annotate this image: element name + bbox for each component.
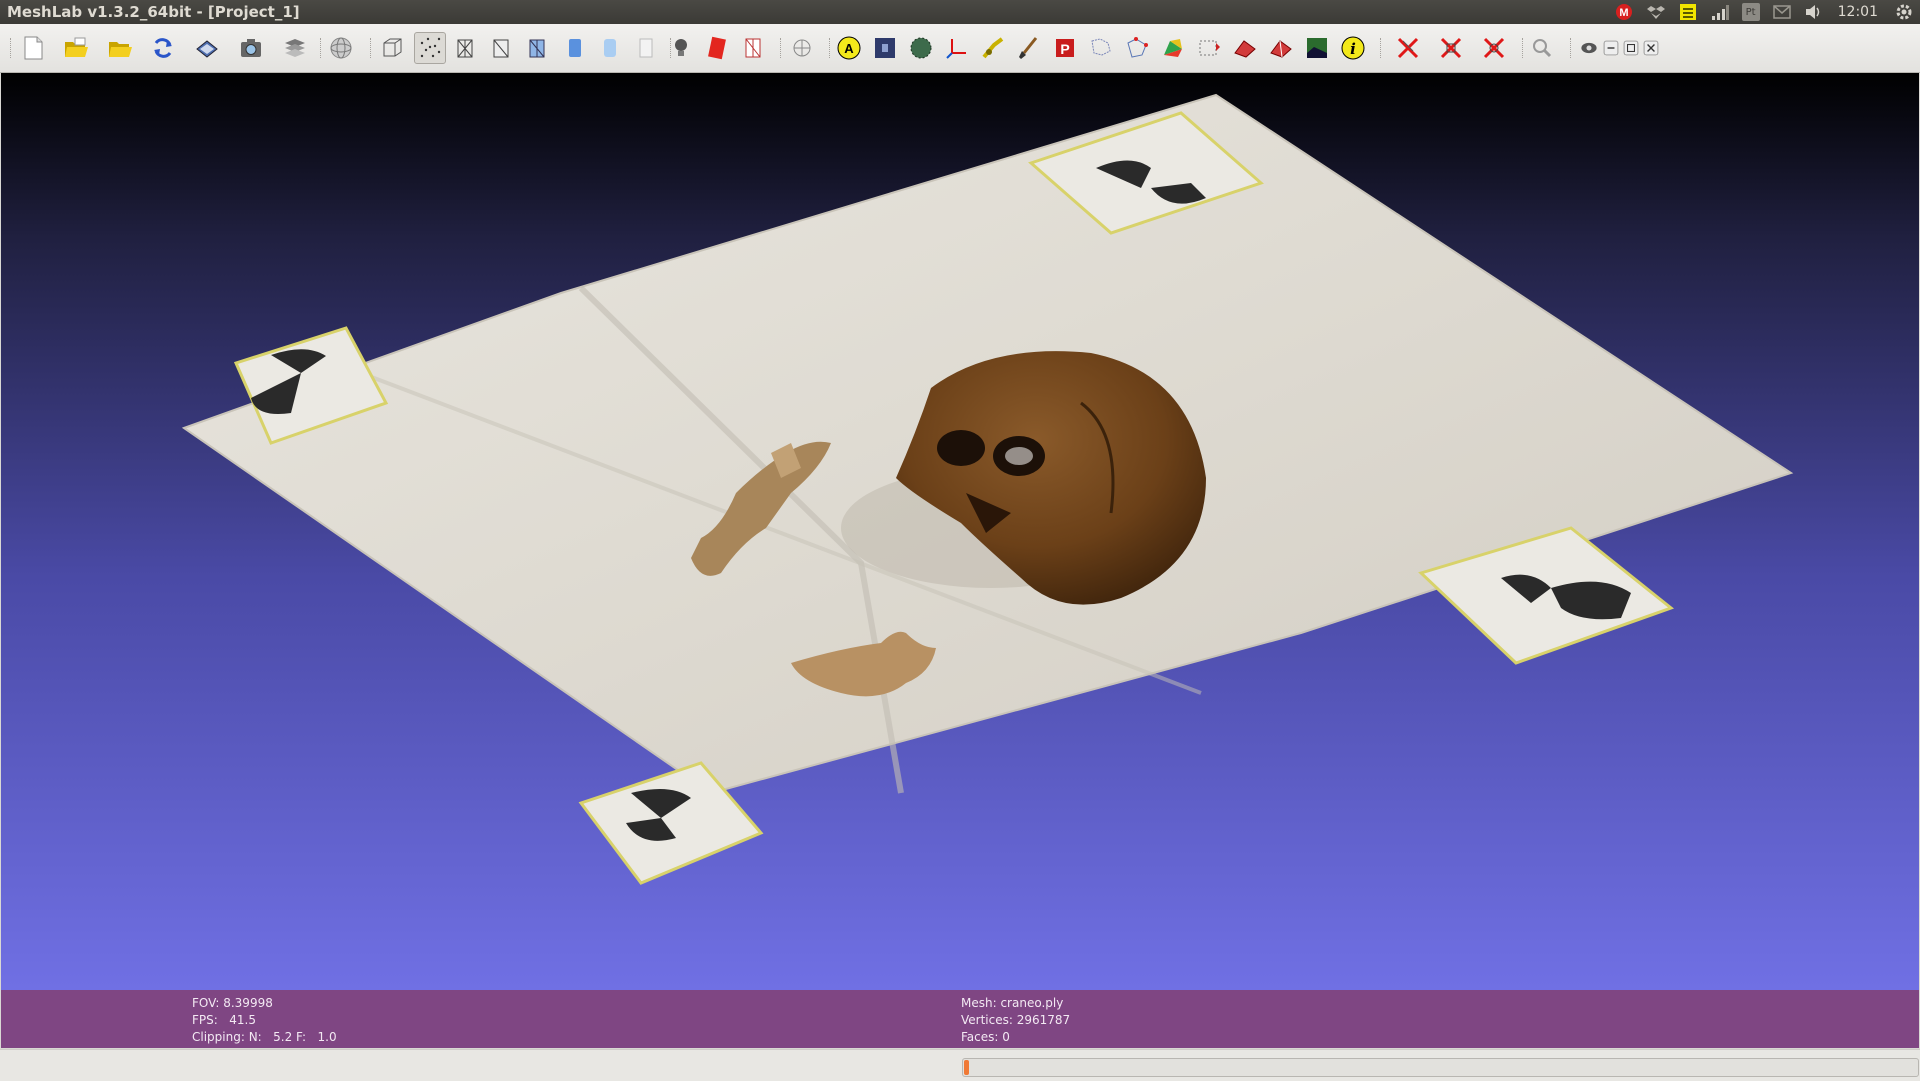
info-icon[interactable]: i (1338, 33, 1368, 63)
reload-icon[interactable] (148, 33, 178, 63)
close-icon[interactable] (1642, 33, 1660, 63)
flat-icon[interactable] (560, 33, 590, 63)
minimize-icon[interactable] (1602, 33, 1620, 63)
signal-icon[interactable] (1710, 2, 1730, 22)
smooth-icon[interactable] (595, 33, 625, 63)
trackball-icon[interactable] (326, 33, 356, 63)
annotation-icon[interactable]: A (834, 33, 864, 63)
clock[interactable]: 12:01 (1838, 4, 1878, 20)
raster-icon[interactable] (1302, 33, 1332, 63)
svg-text:i: i (1350, 40, 1356, 58)
face-count: Faces: 0 (961, 1030, 1010, 1044)
close-x3-icon[interactable] (1479, 33, 1509, 63)
3d-viewport[interactable] (1, 73, 1919, 990)
progress-fill (964, 1060, 969, 1075)
toolbar-separator (1570, 38, 1573, 58)
fov-readout: FOV: 8.39998 (192, 996, 273, 1010)
toolbar-separator (320, 38, 323, 58)
toolbar-grip (10, 38, 13, 58)
mesh-render[interactable] (1, 73, 1919, 990)
notes-icon[interactable] (1678, 2, 1698, 22)
status-bar (0, 1049, 1920, 1081)
pickpoints-icon[interactable]: P (1050, 33, 1080, 63)
eye-icon[interactable] (1578, 33, 1600, 63)
window-title: MeshLab v1.3.2_64bit - [Project_1] (7, 3, 300, 21)
axis-icon[interactable] (942, 33, 972, 63)
svg-text:P: P (1060, 41, 1069, 57)
measure-icon[interactable] (978, 33, 1008, 63)
orbit-icon[interactable] (787, 33, 817, 63)
select-faces-icon[interactable] (1158, 33, 1188, 63)
progress-bar (962, 1058, 1919, 1077)
close-x-icon[interactable] (1393, 33, 1423, 63)
sphere-texture-icon[interactable] (906, 33, 936, 63)
delete-vertices-icon[interactable] (1266, 33, 1296, 63)
bbox-grid-icon[interactable] (738, 33, 768, 63)
volume-icon[interactable] (1804, 2, 1824, 22)
texture-icon[interactable] (631, 33, 661, 63)
top-panel: MeshLab v1.3.2_64bit - [Project_1] M Pt … (0, 0, 1920, 24)
open-project-icon[interactable] (61, 33, 91, 63)
new-file-icon[interactable] (18, 33, 48, 63)
delete-faces-icon[interactable] (1230, 33, 1260, 63)
keyboard-layout-label: Pt (1745, 6, 1756, 18)
system-tray: M Pt 12:01 (1608, 0, 1920, 24)
svg-text:M: M (1619, 7, 1628, 19)
toolbar-separator (1522, 38, 1525, 58)
toolbar-separator (370, 38, 373, 58)
svg-text:A: A (844, 41, 854, 56)
fps-readout: FPS: 41.5 (192, 1013, 256, 1027)
double-light-icon[interactable] (702, 33, 732, 63)
layers-icon[interactable] (280, 33, 310, 63)
mail-icon[interactable]: M (1614, 2, 1634, 22)
light-icon[interactable] (666, 33, 696, 63)
restore-icon[interactable] (1622, 33, 1640, 63)
settings-icon[interactable] (1894, 2, 1914, 22)
toolbar-separator (1380, 38, 1383, 58)
vertex-count: Vertices: 2961787 (961, 1013, 1071, 1027)
info-overlay: FOV: 8.39998 FPS: 41.5 Clipping: N: 5.2 … (1, 990, 1919, 1048)
move-selection-icon[interactable] (1194, 33, 1224, 63)
align-icon[interactable] (1086, 33, 1116, 63)
close-x2-icon[interactable] (1436, 33, 1466, 63)
paint-icon[interactable] (1014, 33, 1044, 63)
flat-lines-icon[interactable] (522, 33, 552, 63)
keyboard-icon[interactable]: Pt (1741, 3, 1760, 21)
envelope-icon[interactable] (1772, 2, 1792, 22)
dropbox-icon[interactable] (1646, 2, 1666, 22)
toolbar-separator (780, 38, 783, 58)
open-mesh-icon[interactable] (105, 33, 135, 63)
hidden-lines-icon[interactable] (486, 33, 516, 63)
select-vertices-icon[interactable] (1122, 33, 1152, 63)
toolbar-separator (829, 38, 832, 58)
camera-info-icon[interactable] (870, 33, 900, 63)
wireframe-icon[interactable] (450, 33, 480, 63)
bbox-icon[interactable] (377, 33, 407, 63)
save-icon[interactable] (192, 33, 222, 63)
snapshot-icon[interactable] (236, 33, 266, 63)
main-toolbar: A P i (0, 24, 1920, 73)
mesh-name: Mesh: craneo.ply (961, 996, 1064, 1010)
points-icon[interactable] (414, 32, 446, 64)
clipping-readout: Clipping: N: 5.2 F: 1.0 (192, 1030, 337, 1044)
zoom-icon[interactable] (1527, 33, 1557, 63)
